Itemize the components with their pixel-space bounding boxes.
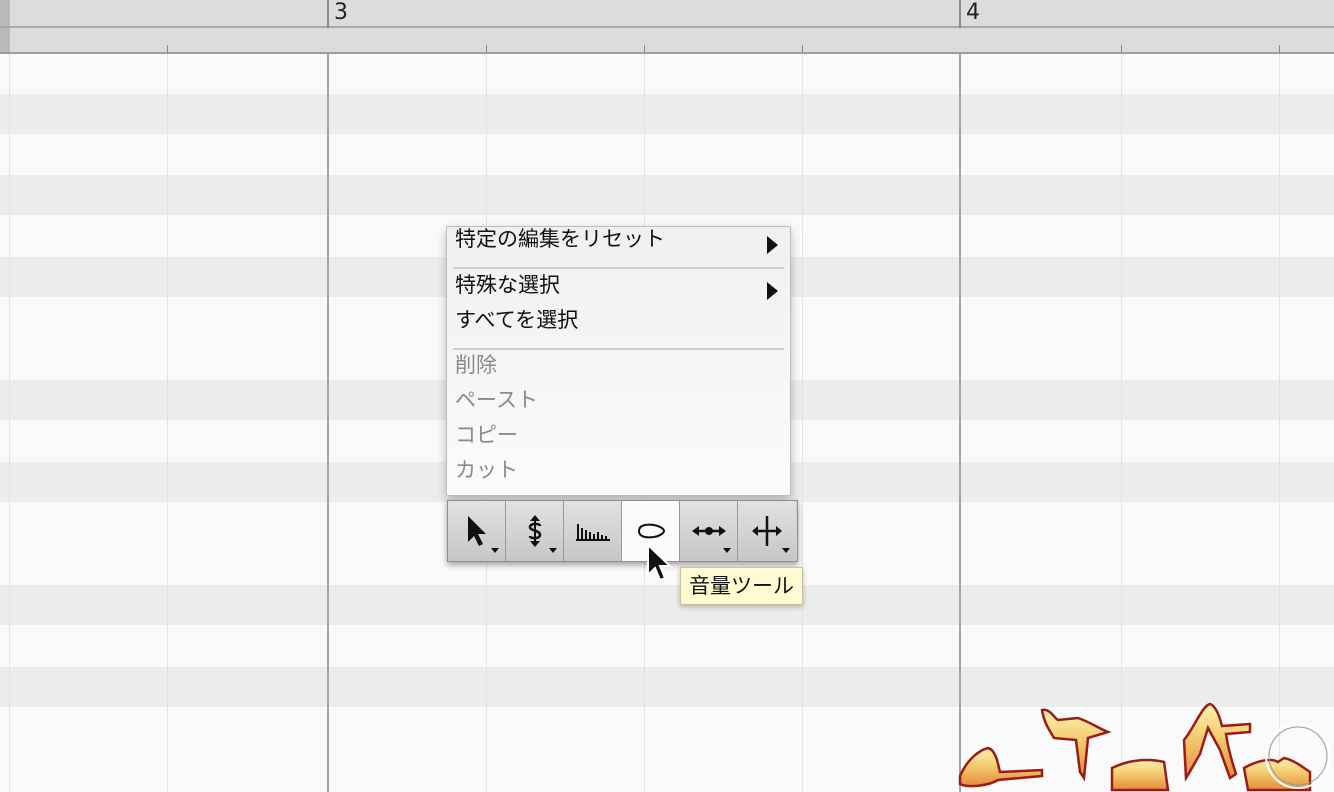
ruler-tick (1279, 45, 1280, 53)
grid-row (0, 175, 1334, 215)
arrow-pointer-icon (467, 516, 486, 546)
pitch-tool-button[interactable] (506, 501, 564, 561)
grid-row (0, 94, 1334, 134)
close-circle-icon[interactable] (1262, 720, 1332, 792)
grid-line (802, 54, 803, 792)
ruler-tick (644, 45, 645, 53)
dropdown-indicator-icon (782, 548, 790, 553)
separation-tool-icon (752, 516, 782, 546)
menu-item-delete: 削除 (455, 350, 497, 380)
bar-3-marker (327, 0, 329, 28)
mouse-cursor-icon (647, 543, 673, 582)
menu-item-label: カット (455, 458, 518, 482)
ruler-tick (802, 45, 803, 53)
formant-tool-button[interactable] (564, 501, 622, 561)
dropdown-indicator-icon (549, 548, 557, 553)
menu-item-copy: コピー (455, 420, 518, 450)
ruler-divider (0, 26, 1334, 28)
ruler-tick (486, 45, 487, 53)
menu-item-label: 特殊な選択 (455, 273, 560, 297)
grid-line (1279, 54, 1280, 792)
timeline-ruler[interactable]: 3 4 (0, 0, 1334, 54)
menu-item-label: 削除 (455, 353, 497, 377)
time-tool-button[interactable] (680, 501, 738, 561)
menu-item-paste: ペースト (455, 385, 538, 415)
submenu-arrow-icon (767, 236, 778, 254)
note-blob (1182, 702, 1252, 782)
menu-item-label: コピー (455, 423, 518, 447)
dropdown-indicator-icon (723, 548, 731, 553)
bar-line (327, 54, 329, 792)
grid-line (9, 54, 10, 792)
menu-item-reset-specific-edits[interactable]: 特定の編集をリセット (455, 224, 665, 254)
separation-tool-button[interactable] (738, 501, 796, 561)
ruler-tick (1121, 45, 1122, 53)
note-blob (1040, 708, 1112, 782)
menu-item-special-selection[interactable]: 特殊な選択 (455, 270, 560, 300)
amplitude-tool-icon (637, 523, 665, 539)
bar-4-marker (959, 0, 961, 28)
grid-line (167, 54, 168, 792)
note-blob (958, 746, 1044, 788)
bar-4-number: 4 (966, 0, 980, 25)
formant-tool-icon (575, 524, 610, 541)
pitch-tool-icon (528, 515, 541, 547)
menu-item-label: ペースト (455, 388, 538, 412)
menu-separator (453, 348, 784, 350)
tool-tooltip: 音量ツール (680, 567, 803, 605)
menu-item-select-all[interactable]: すべてを選択 (455, 305, 578, 335)
menu-item-label: すべてを選択 (455, 308, 579, 332)
context-menu[interactable]: 特定の編集をリセット 特殊な選択 すべてを選択 削除 ペースト コピー カット (446, 226, 791, 496)
dropdown-indicator-icon (491, 548, 499, 553)
note-blob (1110, 758, 1170, 792)
ruler-tick (167, 45, 168, 53)
grid-row (0, 585, 1334, 625)
submenu-arrow-icon (767, 282, 778, 300)
tool-palette[interactable] (447, 500, 798, 562)
time-tool-icon (691, 526, 726, 536)
grid-line (1121, 54, 1122, 792)
bar-3-number: 3 (334, 0, 348, 25)
bar-line (959, 54, 961, 792)
menu-item-label: 特定の編集をリセット (455, 227, 665, 251)
menu-separator (453, 267, 784, 269)
menu-item-cut: カット (455, 455, 518, 485)
main-tool-button[interactable] (448, 501, 506, 561)
